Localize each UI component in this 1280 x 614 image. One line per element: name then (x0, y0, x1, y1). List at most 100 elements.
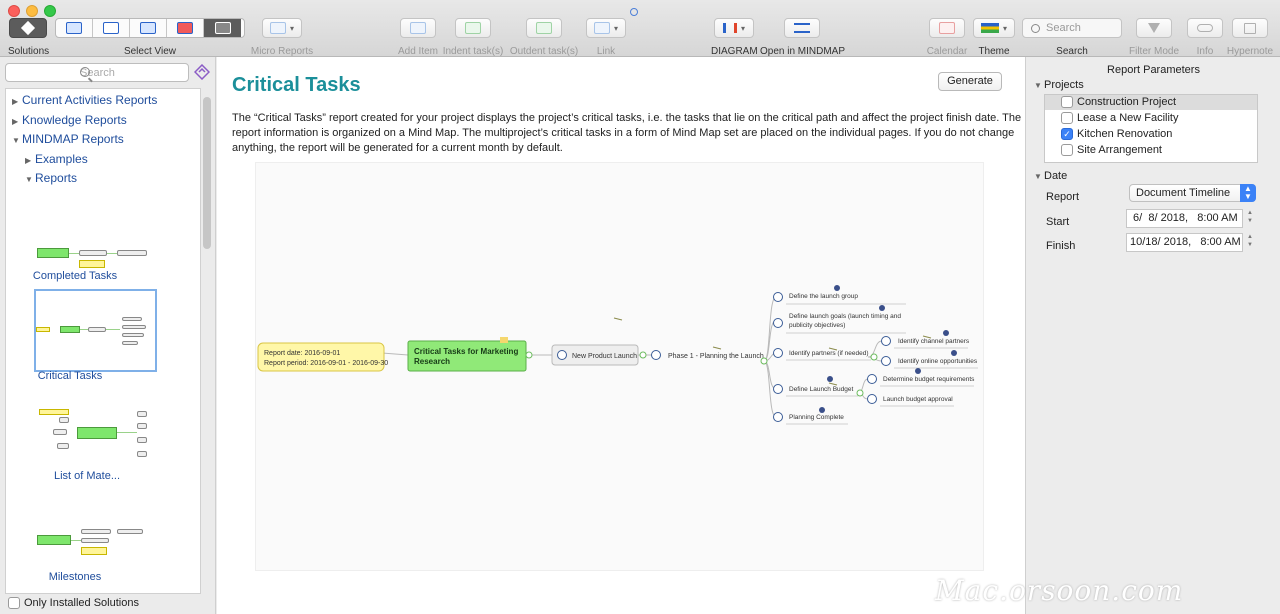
outdent-button[interactable] (526, 18, 562, 38)
diagram-button[interactable]: ▾ (714, 18, 754, 38)
chevron-down-icon: ▾ (1002, 23, 1007, 33)
project-checkbox[interactable] (1061, 96, 1073, 108)
view-resources-button[interactable] (130, 19, 167, 37)
disclosure-right-icon: ▶ (12, 97, 19, 106)
thumbnail-caption[interactable]: Milestones (6, 571, 150, 583)
theme-label: Theme (978, 46, 1010, 57)
view-selector[interactable] (55, 18, 245, 38)
start-label: Start (1046, 216, 1070, 228)
checkbox-box[interactable] (8, 597, 20, 609)
finish-label: Finish (1046, 240, 1076, 252)
project-item[interactable]: Construction Project (1061, 96, 1176, 108)
projects-section-header[interactable]: ▼ Projects (1034, 79, 1084, 91)
thumbnail-milestones[interactable] (33, 509, 153, 569)
tree-item-current-activities[interactable]: ▶ Current Activities Reports (12, 93, 157, 107)
flag-icon (712, 346, 722, 350)
report-parameters-title: Report Parameters (1107, 64, 1200, 76)
report-type-select[interactable]: Document Timeline ▲ ▼ (1129, 184, 1256, 202)
finish-date-stepper[interactable]: ▲ ▼ (1246, 233, 1254, 251)
project-name: Kitchen Renovation (1077, 128, 1173, 140)
select-view-tool: Select View (55, 18, 245, 57)
project-item[interactable]: Site Arrangement (1061, 144, 1162, 156)
zoom-window-button[interactable] (44, 5, 56, 17)
finish-date-field[interactable]: 10/18/ 2018, 8:00 AM (1126, 233, 1243, 252)
tree-item-mindmap-reports[interactable]: ▼ MINDMAP Reports (12, 132, 124, 146)
open-mindmap-button[interactable] (784, 18, 820, 38)
chevron-down-icon: ▾ (289, 23, 294, 33)
thumbnail-completed-tasks[interactable] (33, 216, 153, 276)
thumbnail-caption[interactable]: Completed Tasks (6, 270, 150, 282)
tree-item-label: Examples (35, 152, 88, 166)
thumbnail-list-of-materials[interactable] (33, 399, 153, 469)
project-checkbox-checked[interactable]: ✓ (1061, 128, 1073, 140)
toolbar: Solutions Select View ▾ Micro Reports Ad… (0, 0, 1280, 57)
view-gantt-button[interactable] (93, 19, 130, 37)
diagram-tool: ▾ DIAGRAM (711, 18, 758, 57)
theme-button[interactable]: ▾ (973, 18, 1015, 38)
mindmap-task: Determine budget requirements (883, 376, 975, 383)
view-dashboard-button[interactable] (167, 19, 204, 37)
filter-mode-tool: Filter Mode (1126, 18, 1182, 57)
report-content: Critical Tasks Generate The “Critical Ta… (217, 57, 1025, 614)
chevron-down-icon: ▾ (740, 23, 745, 33)
hypernote-button[interactable] (1232, 18, 1268, 38)
thumbnail-critical-tasks[interactable] (34, 289, 157, 372)
project-item[interactable]: ✓ Kitchen Renovation (1061, 128, 1172, 140)
info-tool: Info (1185, 18, 1225, 57)
disclosure-right-icon: ▶ (12, 117, 19, 126)
open-mindmap-tool: Open in MINDMAP (760, 18, 845, 57)
outline-view-icon (66, 22, 82, 34)
close-window-button[interactable] (8, 5, 20, 17)
sidebar-scrollbar[interactable] (203, 97, 211, 249)
info-label: Info (1196, 46, 1214, 57)
calendar-icon (939, 22, 955, 34)
toolbar-search-input[interactable]: Search (1022, 18, 1122, 38)
resource-icon (834, 285, 840, 291)
sidebar-search-input[interactable]: Search (5, 63, 189, 82)
add-item-tool: Add Item (394, 18, 442, 57)
link-button[interactable]: ▾ (586, 18, 626, 38)
indent-icon (465, 22, 481, 34)
tree-item-label: Knowledge Reports (22, 113, 127, 127)
project-item[interactable]: Lease a New Facility (1061, 112, 1179, 124)
project-checkbox[interactable] (1061, 144, 1073, 156)
task-status-icon (651, 350, 661, 360)
thumbnail-caption[interactable]: List of Mate... (12, 470, 162, 482)
only-installed-checkbox[interactable]: Only Installed Solutions (8, 597, 139, 609)
mindmap-diagram: Report date: 2016-09-01 Report period: 2… (257, 285, 978, 425)
project-checkbox[interactable] (1061, 112, 1073, 124)
start-date-field[interactable]: 6/ 8/ 2018, 8:00 AM (1126, 209, 1243, 228)
view-reports-button[interactable] (204, 19, 241, 37)
tree-item-examples[interactable]: ▶ Examples (25, 152, 88, 166)
indent-button[interactable] (455, 18, 491, 38)
solutions-home-icon[interactable] (193, 63, 211, 81)
link-label: Link (596, 46, 616, 57)
filter-mode-button[interactable] (1136, 18, 1172, 38)
info-button[interactable] (1187, 18, 1223, 38)
generate-button[interactable]: Generate (938, 72, 1002, 91)
thumbnail-caption[interactable]: Critical Tasks (6, 370, 145, 382)
report-type-label: Report (1046, 191, 1080, 203)
start-date-stepper[interactable]: ▲ ▼ (1246, 209, 1254, 227)
link-tool: ▾ Link (584, 18, 628, 57)
hypernote-icon (1244, 22, 1256, 34)
mindmap-task: publicity objectives) (789, 322, 845, 329)
report-description: The “Critical Tasks” report created for … (232, 112, 1022, 154)
calendar-button[interactable] (929, 18, 965, 38)
tree-item-reports[interactable]: ▼ Reports (25, 171, 77, 185)
outdent-label: Outdent task(s) (509, 46, 579, 57)
activity-icon (630, 8, 638, 16)
view-outline-button[interactable] (56, 19, 93, 37)
tree-item-knowledge-reports[interactable]: ▶ Knowledge Reports (12, 113, 127, 127)
chevron-updown-icon: ▲ ▼ (1240, 184, 1256, 202)
micro-reports-icon (269, 22, 286, 34)
theme-tool: ▾ Theme (972, 18, 1016, 57)
date-section-header[interactable]: ▼ Date (1034, 170, 1067, 182)
micro-reports-button[interactable]: ▾ (262, 18, 302, 38)
add-item-button[interactable] (400, 18, 436, 38)
solutions-button[interactable] (9, 18, 47, 38)
projects-list: Construction Project Lease a New Facilit… (1044, 94, 1258, 163)
mindmap-root-title-2: Research (414, 357, 450, 366)
minimize-window-button[interactable] (26, 5, 38, 17)
mindmap-phase-label: Phase 1 - Planning the Launch (668, 353, 764, 360)
